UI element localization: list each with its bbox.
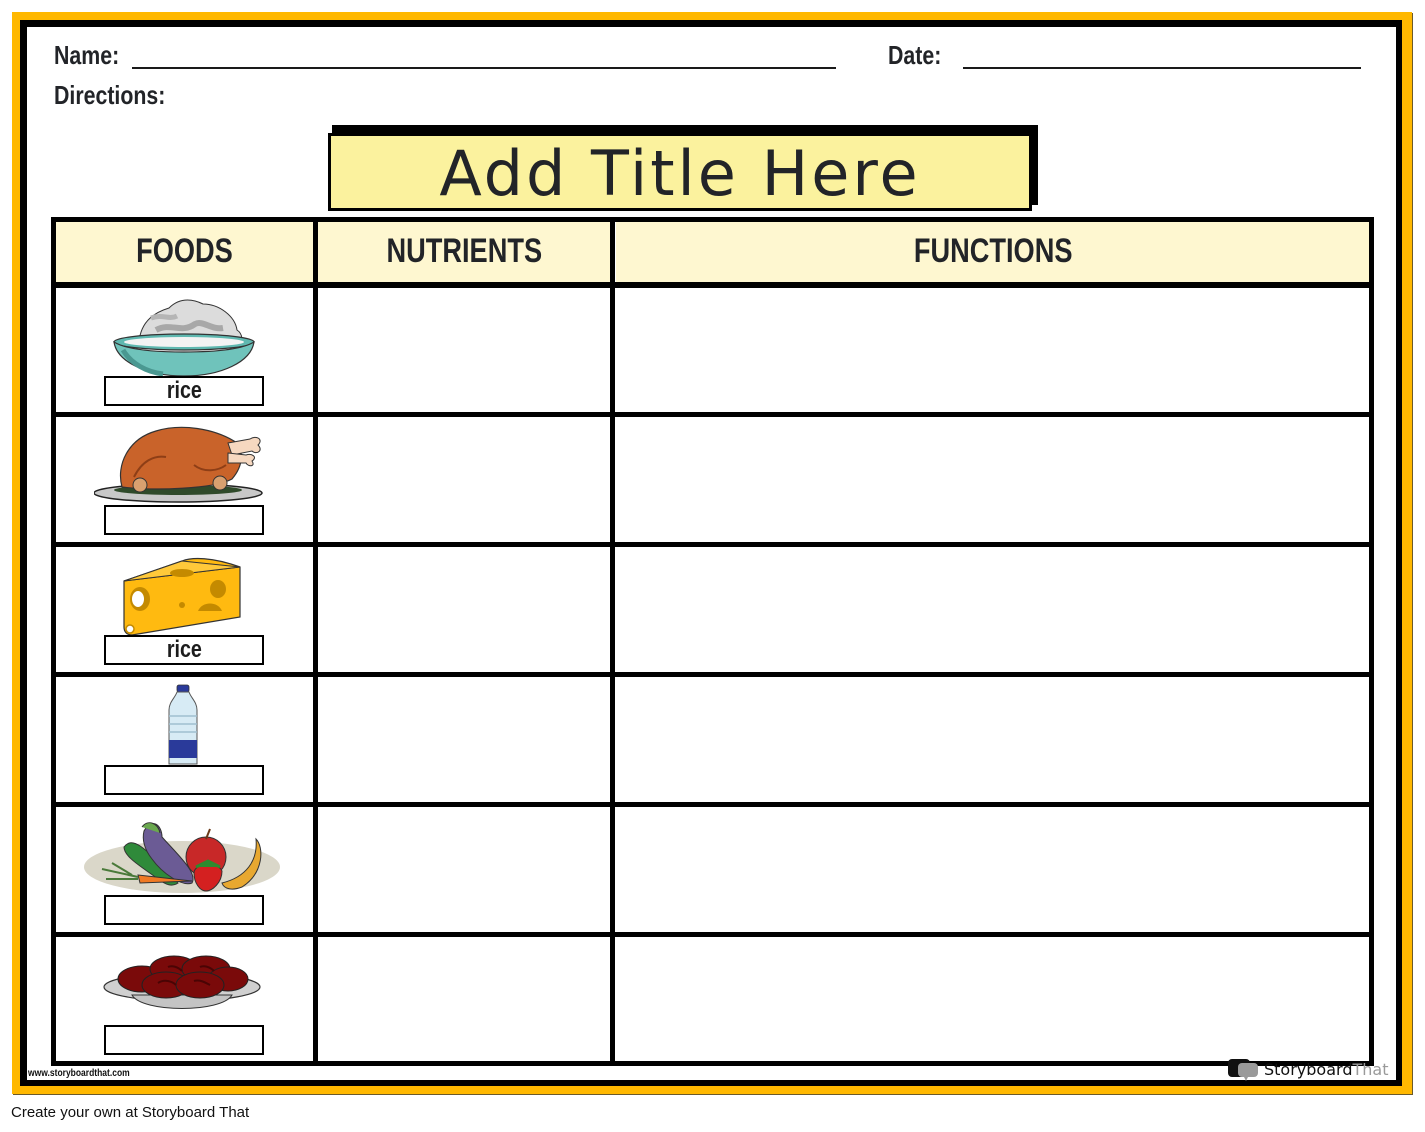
column-header-label: FOODS (135, 232, 233, 270)
date-label: Date: (888, 40, 942, 70)
footer-link[interactable]: Create your own at Storyboard That (11, 1104, 249, 1121)
table-row-4-food (56, 677, 313, 802)
table-row-4-functions[interactable] (615, 677, 1369, 802)
table-border-top (51, 217, 1374, 222)
cheese-icon (123, 557, 241, 636)
food-label-box[interactable] (104, 1025, 264, 1055)
table-row-6-functions[interactable] (615, 937, 1369, 1061)
title-box[interactable]: Add Title Here (328, 133, 1032, 211)
table-row-1-functions[interactable] (615, 288, 1369, 412)
rice-bowl-icon (113, 299, 255, 377)
column-header-label: NUTRIENTS (386, 232, 543, 270)
worksheet-title: Add Title Here (439, 136, 921, 210)
table-row-1-food: rice (56, 288, 313, 412)
column-header-foods: FOODS (55, 221, 313, 282)
storyboardthat-logo: StoryboardThat (1228, 1057, 1388, 1081)
roast-chicken-icon (94, 426, 263, 503)
table-border-right (1369, 217, 1374, 1066)
food-label: rice (166, 377, 202, 404)
table-row-5-food (56, 807, 313, 932)
table-row-3-functions[interactable] (615, 547, 1369, 672)
table-row-3-nutrients[interactable] (318, 547, 610, 672)
name-label: Name: (54, 40, 120, 70)
url-watermark: www.storyboardthat.com (28, 1068, 130, 1079)
food-label-box[interactable] (104, 505, 264, 535)
food-label-box[interactable]: rice (104, 635, 264, 665)
food-label-box[interactable] (104, 765, 264, 795)
table-row-6-food (56, 937, 313, 1061)
food-label-box[interactable]: rice (104, 376, 264, 406)
table-row-4-nutrients[interactable] (318, 677, 610, 802)
foods-table: FOODS NUTRIENTS FUNCTIONS rice rice (51, 217, 1374, 1066)
logo-text: StoryboardThat (1264, 1060, 1388, 1079)
table-row-1-nutrients[interactable] (318, 288, 610, 412)
table-border-bottom (51, 1061, 1374, 1066)
water-bottle-icon (168, 684, 198, 765)
fruits-vegetables-icon (84, 822, 280, 893)
column-header-functions: FUNCTIONS (616, 221, 1370, 282)
table-row-3-food: rice (56, 547, 313, 672)
speech-bubble-icon (1228, 1059, 1258, 1081)
table-row-5-nutrients[interactable] (318, 807, 610, 932)
table-row-5-functions[interactable] (615, 807, 1369, 932)
directions-label: Directions: (54, 80, 166, 110)
name-field[interactable] (132, 67, 836, 69)
meat-plate-icon (103, 955, 261, 1009)
logo-text-light: That (1352, 1059, 1389, 1079)
table-row-2-functions[interactable] (615, 417, 1369, 542)
column-header-label: FUNCTIONS (913, 232, 1073, 270)
table-row-2-nutrients[interactable] (318, 417, 610, 542)
food-label-box[interactable] (104, 895, 264, 925)
column-header-nutrients: NUTRIENTS (318, 221, 611, 282)
table-row-6-nutrients[interactable] (318, 937, 610, 1061)
food-label: rice (166, 636, 202, 663)
logo-text-dark: Storyboard (1264, 1059, 1353, 1079)
table-row-2-food (56, 417, 313, 542)
date-field[interactable] (963, 67, 1361, 69)
